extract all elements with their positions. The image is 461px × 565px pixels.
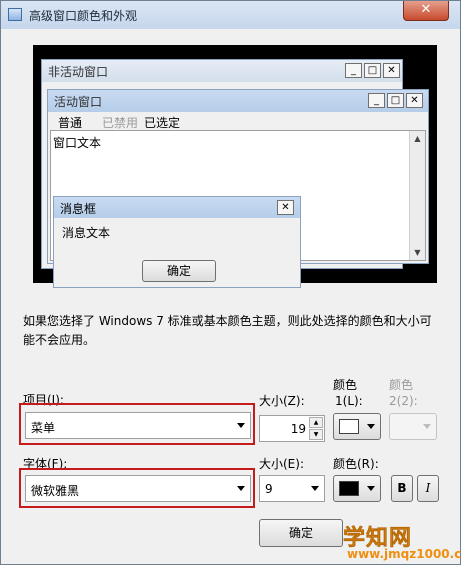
close-icon: ✕ <box>277 200 294 215</box>
active-window-title: 活动窗口 <box>54 95 103 109</box>
menu-bar-preview[interactable]: 普通 已禁用 已选定 <box>48 112 428 130</box>
close-icon: ✕ <box>406 93 423 108</box>
color2-label-line1: 颜色 <box>389 378 414 392</box>
bold-button[interactable]: B <box>391 475 413 502</box>
font-size-select[interactable]: 9 <box>259 475 325 502</box>
color2-picker[interactable] <box>389 413 437 440</box>
maximize-icon: □ <box>364 63 381 78</box>
font-size-label: 大小(E): <box>259 457 304 471</box>
close-button[interactable]: ✕ <box>403 1 449 21</box>
color1-picker[interactable] <box>333 413 381 440</box>
spin-down-icon[interactable]: ▼ <box>309 429 323 440</box>
italic-button[interactable]: I <box>417 475 439 502</box>
chevron-down-icon <box>367 424 375 429</box>
highlight-box <box>19 468 255 508</box>
font-size-value: 9 <box>265 482 273 496</box>
description-text: 如果您选择了 Windows 7 标准或基本颜色主题，则此处选择的颜色和大小可能… <box>23 314 432 347</box>
minimize-icon: _ <box>368 93 385 108</box>
window-icon <box>8 8 22 21</box>
active-window-titlebar[interactable]: 活动窗口 _ □ ✕ <box>48 90 428 112</box>
message-ok-button[interactable]: 确定 <box>142 260 216 282</box>
window-title: 高级窗口颜色和外观 <box>29 9 138 23</box>
inactive-window-titlebar[interactable]: 非活动窗口 _ □ ✕ <box>42 60 402 82</box>
maximize-icon: □ <box>387 93 404 108</box>
highlight-box <box>19 403 255 445</box>
scrollbar[interactable]: ▲ ▼ <box>409 131 425 260</box>
message-box-preview[interactable]: 消息框 ✕ 消息文本 确定 <box>53 196 301 288</box>
font-color-swatch <box>339 481 359 496</box>
color2-label-line2: 2(2): <box>389 394 418 408</box>
menu-item-normal[interactable]: 普通 <box>58 114 82 131</box>
close-icon: ✕ <box>383 63 400 78</box>
watermark-logo: 学知网 www.jmqz1000.com <box>333 520 461 564</box>
window-text: 窗口文本 <box>53 136 102 150</box>
scroll-down-icon[interactable]: ▼ <box>410 245 425 260</box>
ok-button[interactable]: 确定 <box>259 519 343 547</box>
inactive-window-title: 非活动窗口 <box>48 65 109 79</box>
advanced-appearance-dialog: 高级窗口颜色和外观 ✕ 非活动窗口 _ □ ✕ 活动窗口 _ □ ✕ 普通 已禁… <box>0 0 461 565</box>
spin-up-icon[interactable]: ▲ <box>309 417 323 428</box>
title-bar: 高级窗口颜色和外观 ✕ <box>1 1 460 29</box>
size-spinner[interactable]: 19 ▲ ▼ <box>259 415 325 442</box>
size-value: 19 <box>290 422 306 436</box>
color1-label-line1: 颜色 <box>333 378 358 392</box>
font-color-label: 颜色(R): <box>333 457 379 471</box>
menu-item-selected[interactable]: 已选定 <box>144 114 180 131</box>
message-text: 消息文本 <box>62 226 111 240</box>
font-color-picker[interactable] <box>333 475 381 502</box>
chevron-down-icon <box>367 486 375 491</box>
scroll-up-icon[interactable]: ▲ <box>410 131 425 146</box>
color1-label-line2: 1(L): <box>335 394 363 408</box>
chevron-down-icon <box>311 486 319 491</box>
message-box-title: 消息框 <box>60 202 97 216</box>
menu-item-disabled[interactable]: 已禁用 <box>102 114 138 131</box>
color1-swatch <box>339 419 359 434</box>
minimize-icon: _ <box>345 63 362 78</box>
size-label: 大小(Z): <box>259 394 305 408</box>
message-box-titlebar[interactable]: 消息框 ✕ <box>54 197 300 218</box>
chevron-down-icon <box>423 424 431 429</box>
watermark-url: www.jmqz1000.com <box>347 547 461 561</box>
